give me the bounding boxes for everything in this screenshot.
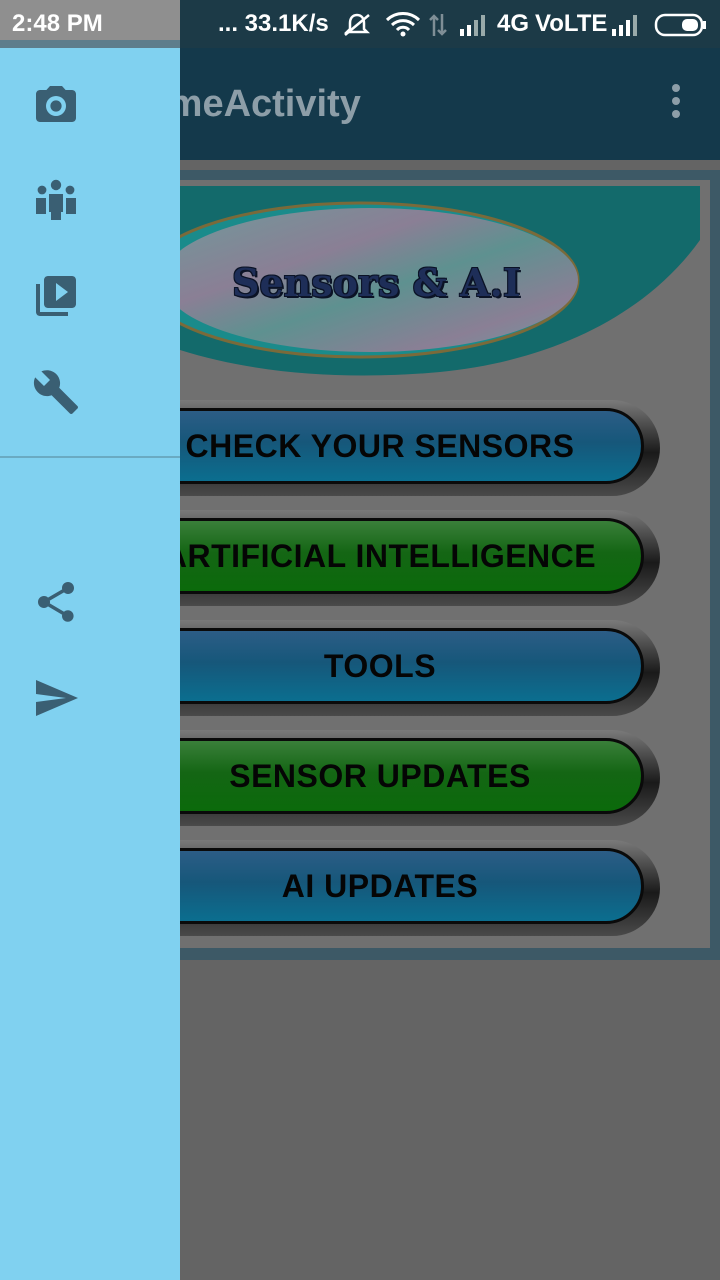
app-title: HomeActivity xyxy=(180,83,361,125)
artificial-intelligence-button[interactable]: ARTIFICIAL INTELLIGENCE xyxy=(110,510,660,606)
banner-title: Sensors & A.I xyxy=(232,260,521,305)
camera-icon[interactable] xyxy=(32,80,80,128)
drawer-divider xyxy=(0,456,180,458)
tools-button[interactable]: TOOLS xyxy=(110,620,660,716)
button-label: SENSOR UPDATES xyxy=(229,757,531,794)
network-type: 4G xyxy=(497,10,530,37)
signal-icon-1 xyxy=(458,14,488,36)
button-label: TOOLS xyxy=(323,647,437,684)
wrench-icon[interactable] xyxy=(32,368,80,416)
sensor-updates-button[interactable]: SENSOR UPDATES xyxy=(110,730,660,826)
volte-label: VoLTE xyxy=(535,10,608,37)
battery-icon xyxy=(654,13,708,37)
group-icon[interactable] xyxy=(32,176,80,224)
more-vert-icon[interactable] xyxy=(666,84,686,124)
net-speed: ... 33.1K/s xyxy=(218,10,329,37)
send-icon[interactable] xyxy=(32,674,80,722)
button-label: ARTIFICIAL INTELLIGENCE xyxy=(163,537,597,574)
button-label: CHECK YOUR SENSORS xyxy=(185,427,575,464)
navigation-drawer xyxy=(0,48,180,1280)
drawer-status-area: 2:48 PM xyxy=(0,0,180,40)
ai-updates-button[interactable]: AI UPDATES xyxy=(110,840,660,936)
signal-icon-2 xyxy=(610,14,640,36)
check-sensors-button[interactable]: CHECK YOUR SENSORS xyxy=(110,400,660,496)
share-icon[interactable] xyxy=(32,578,80,626)
drawer-top-strip xyxy=(0,40,180,48)
button-label: AI UPDATES xyxy=(281,867,479,904)
app-bar: HomeActivity xyxy=(180,48,720,160)
video-library-icon[interactable] xyxy=(32,272,80,320)
wifi-icon xyxy=(385,12,421,38)
data-transfer-icon xyxy=(428,12,448,38)
mute-icon xyxy=(342,12,372,38)
